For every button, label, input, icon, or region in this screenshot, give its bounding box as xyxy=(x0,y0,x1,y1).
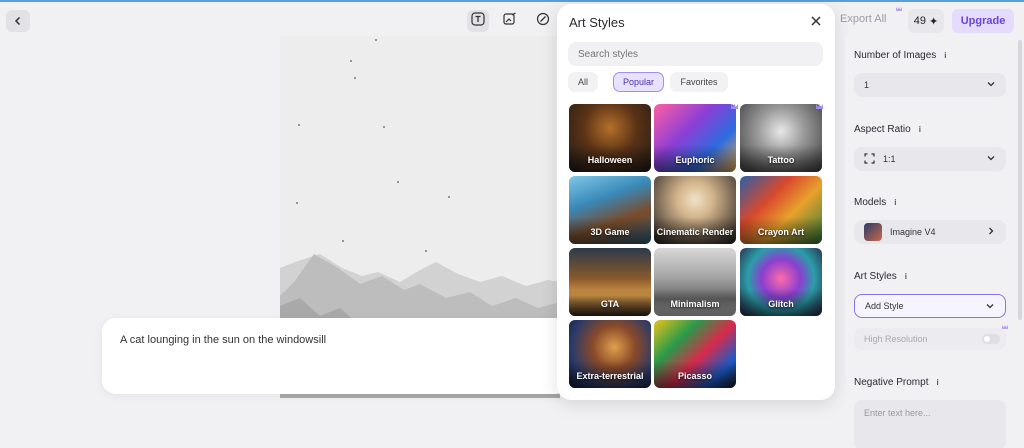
style-tile-crayon-art[interactable]: Crayon Art xyxy=(740,176,822,244)
text-tool-icon xyxy=(471,11,485,31)
close-icon xyxy=(811,13,821,30)
chevron-right-icon xyxy=(986,226,996,239)
aspect-ratio-icon xyxy=(864,152,875,166)
high-resolution-label: High Resolution xyxy=(864,334,928,344)
style-label: Halloween xyxy=(587,155,633,165)
info-icon[interactable]: i xyxy=(919,125,921,134)
back-button[interactable] xyxy=(6,10,30,32)
select-value: Imagine V4 xyxy=(890,227,936,237)
label-text: Art Styles xyxy=(854,271,897,282)
label-text: Models xyxy=(854,197,887,208)
style-tile-gta[interactable]: GTA xyxy=(569,248,651,316)
top-bar: Export All 49 ✦ Upgrade xyxy=(0,2,1024,36)
close-button[interactable] xyxy=(811,13,821,30)
aspect-ratio-label: Aspect Ratio i xyxy=(854,124,921,135)
credits-badge[interactable]: 49 ✦ xyxy=(908,9,944,33)
style-label: Euphoric xyxy=(675,155,715,165)
edit-image-icon xyxy=(503,11,517,31)
chevron-down-icon xyxy=(985,301,995,314)
chevron-down-icon xyxy=(986,153,996,166)
style-tile-extra-terrestrial[interactable]: Extra-terrestrial xyxy=(569,320,651,388)
negative-prompt-placeholder: Enter text here... xyxy=(864,408,931,418)
number-of-images-label: Number of Images i xyxy=(854,50,947,61)
number-of-images-select[interactable]: 1 xyxy=(854,73,1006,97)
filter-popular[interactable]: Popular xyxy=(613,72,664,92)
style-label: Cinematic Render xyxy=(656,227,734,237)
brush-icon xyxy=(536,12,550,31)
high-resolution-row: High Resolution xyxy=(854,328,1006,350)
select-value: 1 xyxy=(864,80,870,90)
premium-crown-icon xyxy=(896,7,902,11)
art-styles-label: Art Styles i xyxy=(854,271,907,282)
label-text: Negative Prompt xyxy=(854,377,929,388)
style-tile-cinematic-render[interactable]: Cinematic Render xyxy=(654,176,736,244)
premium-crown-icon xyxy=(1002,325,1008,329)
search-styles-input[interactable] xyxy=(568,42,823,66)
style-label: Minimalism xyxy=(670,299,720,309)
chevron-left-icon xyxy=(13,13,23,29)
style-label: Extra-terrestrial xyxy=(576,371,644,381)
style-tile-3d-game[interactable]: 3D Game xyxy=(569,176,651,244)
style-label: Picasso xyxy=(677,371,713,381)
high-resolution-toggle[interactable] xyxy=(982,334,1000,344)
label-text: Aspect Ratio xyxy=(854,124,911,135)
info-icon[interactable]: i xyxy=(894,198,896,207)
brush-button[interactable] xyxy=(532,10,554,32)
model-thumbnail xyxy=(864,223,882,241)
style-tile-halloween[interactable]: Halloween xyxy=(569,104,651,172)
edit-image-button[interactable] xyxy=(499,10,521,32)
models-label: Models i xyxy=(854,197,896,208)
select-value: Add Style xyxy=(865,301,904,311)
prompt-input[interactable]: A cat lounging in the sun on the windows… xyxy=(102,318,570,394)
negative-prompt-label: Negative Prompt i xyxy=(854,377,939,388)
settings-sidebar: Number of Images i 1 Aspect Ratio i 1:1 … xyxy=(846,36,1024,448)
export-all-button[interactable]: Export All xyxy=(840,13,886,25)
info-icon[interactable]: i xyxy=(905,272,907,281)
negative-prompt-input[interactable]: Enter text here... xyxy=(854,400,1006,448)
art-styles-panel: Art Styles All Popular Favorites Hallowe… xyxy=(557,4,835,400)
select-value: 1:1 xyxy=(883,154,896,164)
model-select[interactable]: Imagine V4 xyxy=(854,220,1006,244)
text-tool-button[interactable] xyxy=(467,10,489,32)
style-tile-euphoric[interactable]: Euphoric xyxy=(654,104,736,172)
info-icon[interactable]: i xyxy=(936,378,938,387)
scrollbar[interactable] xyxy=(1018,40,1022,320)
style-tile-minimalism[interactable]: Minimalism xyxy=(654,248,736,316)
label-text: Number of Images xyxy=(854,50,937,61)
style-label: GTA xyxy=(600,299,620,309)
filter-all[interactable]: All xyxy=(568,72,598,92)
aspect-ratio-select[interactable]: 1:1 xyxy=(854,147,1006,171)
info-icon[interactable]: i xyxy=(944,51,946,60)
prompt-text: A cat lounging in the sun on the windows… xyxy=(120,334,327,346)
style-label: Tattoo xyxy=(767,155,795,165)
filter-favorites[interactable]: Favorites xyxy=(670,72,728,92)
sparkle-icon: ✦ xyxy=(929,15,939,28)
add-style-select[interactable]: Add Style xyxy=(854,294,1006,318)
credits-count: 49 xyxy=(913,15,927,27)
style-label: 3D Game xyxy=(590,227,630,237)
style-tile-glitch[interactable]: Glitch xyxy=(740,248,822,316)
panel-title: Art Styles xyxy=(569,15,625,30)
chevron-down-icon xyxy=(986,79,996,92)
style-tile-picasso[interactable]: Picasso xyxy=(654,320,736,388)
style-label: Crayon Art xyxy=(757,227,805,237)
upgrade-button[interactable]: Upgrade xyxy=(952,9,1014,33)
style-label: Glitch xyxy=(768,299,794,309)
style-tile-tattoo[interactable]: Tattoo xyxy=(740,104,822,172)
